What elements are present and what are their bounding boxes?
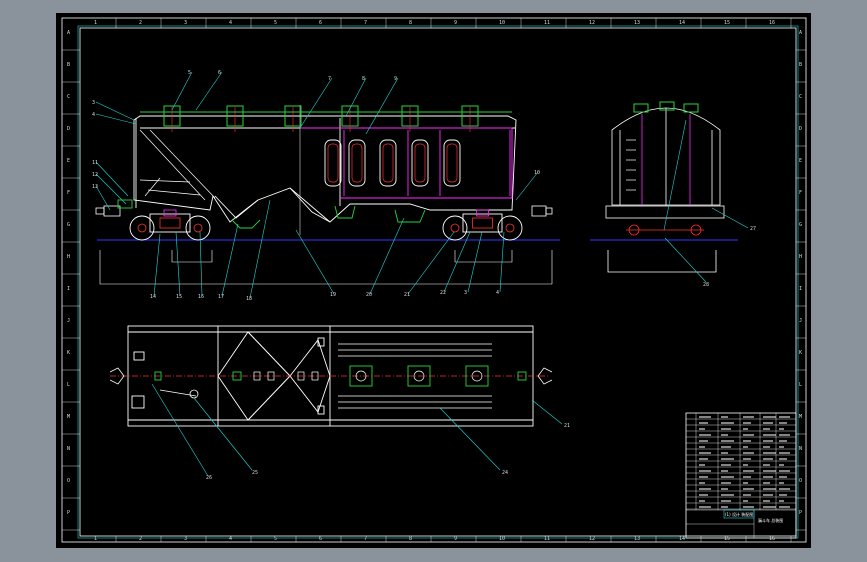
side-callout: 7 [328, 76, 331, 82]
row-mark-right: M [799, 414, 802, 420]
row-mark-right: H [799, 254, 802, 260]
row-mark-right: E [799, 158, 802, 164]
row-mark-left: O [67, 478, 70, 484]
col-mark-top: 13 [634, 20, 640, 26]
col-mark-bottom: 8 [409, 536, 412, 542]
col-mark-top: 11 [544, 20, 550, 26]
row-mark-right: I [799, 286, 802, 292]
callout-28: 28 [703, 282, 709, 288]
side-callout: 9 [394, 76, 397, 82]
side-callout: 19 [330, 292, 336, 298]
row-mark-left: J [67, 318, 70, 324]
col-mark-bottom: 10 [499, 536, 505, 542]
side-callout: 22 [440, 290, 446, 296]
row-mark-left: B [67, 62, 70, 68]
col-mark-top: 12 [589, 20, 595, 26]
side-callout: 10 [534, 170, 540, 176]
side-callout: 5 [188, 70, 191, 76]
title-caption: (1) 设计 装配图 [725, 511, 753, 517]
row-mark-left: H [67, 254, 70, 260]
side-callout: 13 [92, 184, 98, 190]
cad-drawing: A AB BC CD DE EF FG GH HI IJ JK KL LM MN NO OP P 1122334… [0, 0, 867, 562]
row-mark-right: O [799, 478, 802, 484]
row-mark-right: C [799, 94, 802, 100]
row-mark-left: D [67, 126, 70, 132]
row-mark-right: K [799, 350, 802, 356]
col-mark-bottom: 15 [724, 536, 730, 542]
row-mark-left: P [67, 510, 70, 516]
row-mark-right: A [799, 30, 802, 36]
row-mark-right: B [799, 62, 802, 68]
callout-27: 27 [750, 226, 756, 232]
row-mark-left: I [67, 286, 70, 292]
row-mark-left: N [67, 446, 70, 452]
col-mark-bottom: 5 [274, 536, 277, 542]
side-callout: 21 [404, 292, 410, 298]
row-mark-left: K [67, 350, 70, 356]
side-callout: 16 [198, 294, 204, 300]
col-mark-bottom: 13 [634, 536, 640, 542]
row-mark-left: F [67, 190, 70, 196]
side-callout: 4 [92, 112, 95, 118]
side-callout: 20 [366, 292, 372, 298]
row-mark-right: P [799, 510, 802, 516]
side-callout: 11 [92, 160, 98, 166]
side-callout: 8 [362, 76, 365, 82]
col-mark-bottom: 2 [139, 536, 142, 542]
row-mark-left: A [67, 30, 70, 36]
col-mark-top: 9 [454, 20, 457, 26]
side-callout: 3 [92, 100, 95, 106]
col-mark-top: 3 [184, 20, 187, 26]
side-callout: 18 [246, 296, 252, 302]
row-mark-left: L [67, 382, 70, 388]
side-callout: 4 [496, 290, 499, 296]
col-mark-bottom: 14 [679, 536, 685, 542]
callout-26: 26 [206, 475, 212, 481]
col-mark-top: 14 [679, 20, 685, 26]
side-callout: 6 [218, 70, 221, 76]
callout-21-plan: 21 [564, 423, 570, 429]
row-mark-left: G [67, 222, 70, 228]
side-callout: 15 [176, 294, 182, 300]
col-mark-top: 15 [724, 20, 730, 26]
row-mark-left: E [67, 158, 70, 164]
col-mark-top: 16 [769, 20, 775, 26]
side-callout: 14 [150, 294, 156, 300]
col-mark-bottom: 16 [769, 536, 775, 542]
drawing-sheet [56, 13, 811, 548]
col-mark-top: 6 [319, 20, 322, 26]
col-mark-top: 1 [94, 20, 97, 26]
col-mark-top: 8 [409, 20, 412, 26]
col-mark-top: 7 [364, 20, 367, 26]
col-mark-bottom: 7 [364, 536, 367, 542]
col-mark-top: 4 [229, 20, 232, 26]
side-callout: 12 [92, 172, 98, 178]
drawing-title: 漏斗车 总装图 [758, 517, 783, 523]
col-mark-bottom: 12 [589, 536, 595, 542]
row-mark-left: M [67, 414, 70, 420]
row-mark-right: N [799, 446, 802, 452]
row-mark-right: L [799, 382, 802, 388]
col-mark-bottom: 3 [184, 536, 187, 542]
col-mark-bottom: 6 [319, 536, 322, 542]
col-mark-top: 2 [139, 20, 142, 26]
col-mark-top: 5 [274, 20, 277, 26]
col-mark-top: 10 [499, 20, 505, 26]
row-mark-right: G [799, 222, 802, 228]
col-mark-bottom: 4 [229, 536, 232, 542]
side-callout: 3 [464, 290, 467, 296]
row-mark-left: C [67, 94, 70, 100]
row-mark-right: D [799, 126, 802, 132]
col-mark-bottom: 9 [454, 536, 457, 542]
row-mark-right: J [799, 318, 802, 324]
col-mark-bottom: 1 [94, 536, 97, 542]
side-callout: 17 [218, 294, 224, 300]
callout-24: 24 [502, 470, 508, 476]
row-mark-right: F [799, 190, 802, 196]
col-mark-bottom: 11 [544, 536, 550, 542]
callout-25: 25 [252, 470, 258, 476]
